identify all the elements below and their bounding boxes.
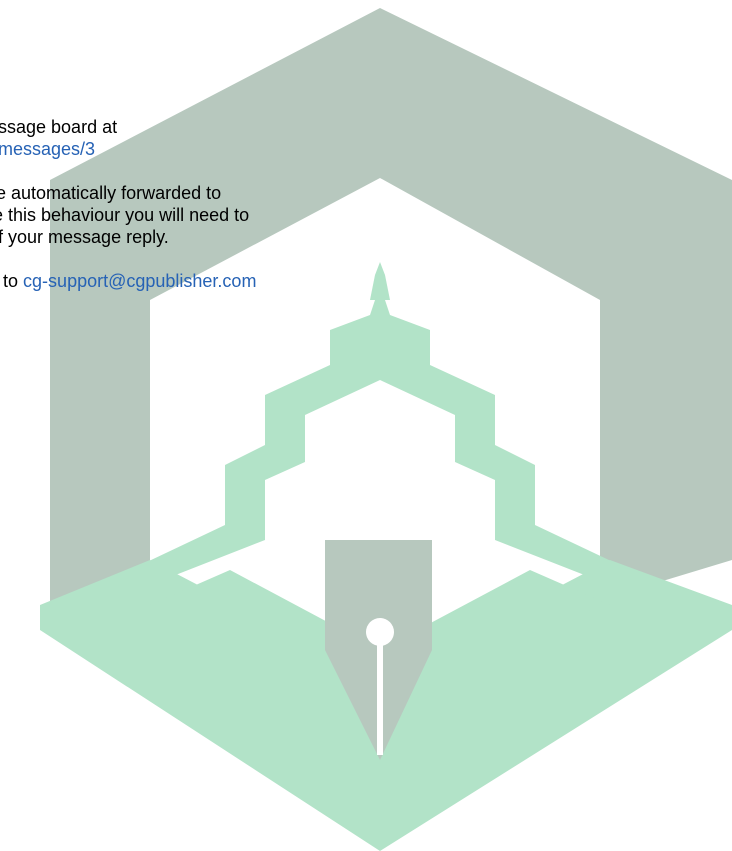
- support-prefix-text: ent to: [0, 271, 19, 291]
- support-paragraph: ent to cg-support@cgpublisher.com: [0, 270, 453, 292]
- forward-line-3: d of your message reply.: [0, 227, 169, 247]
- forward-line-1: ll be automatically forwarded to: [0, 183, 222, 203]
- support-email-link[interactable]: cg-support@cgpublisher.com: [23, 271, 256, 291]
- pen-nib-slit: [377, 640, 383, 755]
- message-text: message board at 03/messages/3 ll be aut…: [0, 116, 453, 314]
- message-board-link[interactable]: 03/messages/3: [0, 139, 95, 159]
- forward-line-2: ride this behaviour you will need to: [0, 205, 250, 225]
- forward-paragraph: ll be automatically forwarded to ride th…: [0, 182, 453, 248]
- logo-outer-band: [50, 8, 732, 620]
- email-body: message board at 03/messages/3 ll be aut…: [0, 0, 732, 851]
- board-intro-text: message board at: [0, 117, 118, 137]
- board-paragraph: message board at 03/messages/3: [0, 116, 453, 160]
